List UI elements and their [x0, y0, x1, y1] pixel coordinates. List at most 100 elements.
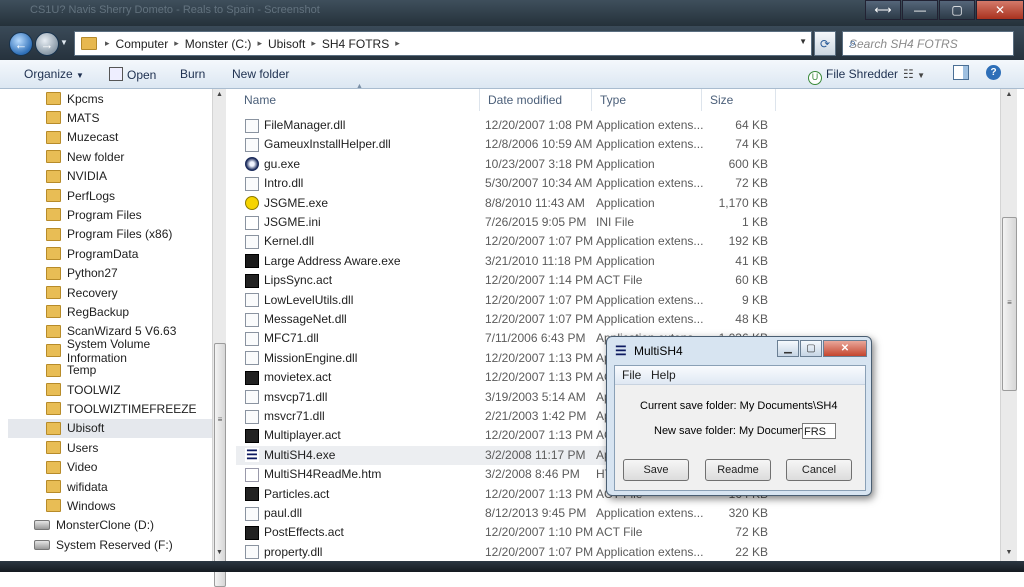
sidebar-item-program-files-x86[interactable]: Program Files (x86) — [8, 225, 212, 244]
sidebar-item-toolwiztimefreeze[interactable]: TOOLWIZTIMEFREEZE — [8, 399, 212, 418]
sidebar-item-monsterclone-d[interactable]: MonsterClone (D:) — [8, 516, 212, 535]
sidebar-item-users[interactable]: Users — [8, 438, 212, 457]
dialog-close-button[interactable]: ✕ — [823, 340, 867, 357]
file-row[interactable]: GameuxInstallHelper.dll 12/8/2006 10:59 A… — [236, 135, 996, 154]
column-header-name[interactable]: Name — [236, 89, 480, 111]
file-date: 12/20/2007 1:13 PM — [485, 486, 594, 501]
file-list-scroll-thumb[interactable]: ≡ — [1002, 217, 1017, 391]
dialog-minimize-button[interactable]: ▁ — [777, 340, 799, 357]
address-row: ← → ▼ ▸ Computer ▸ Monster (C:) ▸ Ubisof… — [0, 26, 1024, 60]
scroll-up-icon[interactable]: ▲ — [213, 91, 226, 98]
sidebar-item-nvidia[interactable]: NVIDIA — [8, 167, 212, 186]
file-size: 60 KB — [735, 273, 768, 288]
jsgme-icon — [245, 196, 259, 211]
menu-help[interactable]: Help — [651, 368, 676, 382]
burn-button[interactable]: Burn — [180, 67, 205, 81]
file-row[interactable]: PostEffects.act 12/20/2007 1:10 PM ACT Fil… — [236, 523, 996, 542]
sidebar-item-program-files[interactable]: Program Files — [8, 205, 212, 224]
file-row[interactable]: LowLevelUtils.dll 12/20/2007 1:07 PM Appli… — [236, 291, 996, 310]
breadcrumb-sh4-fotrs[interactable]: SH4 FOTRS — [318, 37, 393, 51]
search-input[interactable]: Search SH4 FOTRS ⌕ — [842, 31, 1014, 56]
close-button[interactable]: ✕ — [976, 0, 1024, 20]
file-shredder-button[interactable]: U File Shredder — [808, 67, 898, 85]
chevron-right-icon[interactable]: ▸ — [393, 38, 402, 49]
file-row[interactable]: Large Address Aware.exe 3/21/2010 11:18 P… — [236, 252, 996, 271]
forward-button[interactable]: → — [35, 32, 59, 56]
file-row[interactable]: JSGME.exe 8/8/2010 11:43 AM Application 1,1… — [236, 194, 996, 213]
chevron-down-icon[interactable]: ▼ — [799, 37, 807, 46]
sidebar-item-windows[interactable]: Windows — [8, 496, 212, 515]
chevron-right-icon[interactable]: ▸ — [255, 38, 264, 49]
scroll-down-icon[interactable]: ▼ — [213, 549, 226, 556]
folder-icon — [46, 208, 61, 222]
breadcrumb-computer[interactable]: Computer — [112, 37, 173, 51]
file-row[interactable]: gu.exe 10/23/2007 3:18 PM Application 600 K… — [236, 155, 996, 174]
file-date: 3/19/2003 5:14 AM — [485, 389, 586, 404]
sidebar-item-label: Users — [67, 440, 99, 455]
refresh-button[interactable]: ⟳ — [814, 31, 836, 56]
preview-pane-button[interactable] — [953, 65, 969, 80]
dialog-maximize-button[interactable]: ▢ — [800, 340, 822, 357]
folder-icon — [46, 150, 61, 164]
search-icon[interactable]: ⌕ — [849, 35, 1009, 51]
readme-button[interactable]: Readme — [705, 459, 771, 481]
file-row[interactable]: FileManager.dll 12/20/2007 1:08 PM Applica… — [236, 116, 996, 135]
breadcrumb-monster-c[interactable]: Monster (C:) — [181, 37, 256, 51]
file-row[interactable]: JSGME.ini 7/26/2015 9:05 PM INI File 1 KB — [236, 213, 996, 232]
chevron-right-icon[interactable]: ▸ — [309, 38, 318, 49]
sidebar-item-video[interactable]: Video — [8, 458, 212, 477]
views-button[interactable]: ☷ ▼ — [903, 67, 925, 81]
file-list-scrollbar[interactable]: ▲ ≡ ▼ — [1000, 89, 1017, 561]
open-button[interactable]: Open — [109, 67, 156, 82]
sidebar-item-kpcms[interactable]: Kpcms — [8, 89, 212, 108]
sidebar-item-python27[interactable]: Python27 — [8, 264, 212, 283]
file-row[interactable]: Intro.dll 5/30/2007 10:34 AM Application e… — [236, 174, 996, 193]
help-button[interactable]: ? — [986, 65, 1001, 80]
chevron-right-icon[interactable]: ▸ — [103, 38, 112, 49]
dialog-titlebar[interactable]: ☰ MultiSH4 ▁ ▢ ✕ — [607, 337, 871, 363]
folder-icon — [46, 286, 61, 299]
sidebar-item-system-volume-information[interactable]: System Volume Information — [8, 337, 212, 365]
sidebar-item-system-reserved-f[interactable]: System Reserved (F:) — [8, 535, 212, 554]
back-button[interactable]: ← — [9, 32, 33, 56]
sidebar-item-muzecast[interactable]: Muzecast — [8, 128, 212, 147]
breadcrumb-ubisoft[interactable]: Ubisoft — [264, 37, 309, 51]
file-row[interactable]: paul.dll 8/12/2013 9:45 PM Application ext… — [236, 504, 996, 523]
scroll-up-icon[interactable]: ▲ — [1001, 91, 1017, 98]
file-row[interactable]: property.dll 12/20/2007 1:07 PM Applicatio… — [236, 543, 996, 562]
file-row[interactable]: MessageNet.dll 12/20/2007 1:07 PM Applicat… — [236, 310, 996, 329]
sidebar-item-wifidata[interactable]: wifidata — [8, 477, 212, 496]
sidebar-item-toolwiz[interactable]: TOOLWIZ — [8, 380, 212, 399]
column-header-date[interactable]: Date modified — [480, 89, 592, 111]
sidebar-item-regbackup[interactable]: RegBackup — [8, 302, 212, 321]
sidebar-scrollbar[interactable]: ▲ ≡ ▼ — [212, 89, 226, 587]
file-type: Application — [596, 195, 655, 210]
preview-pane-icon — [963, 66, 968, 79]
sidebar-item-ubisoft[interactable]: Ubisoft — [8, 418, 212, 438]
address-bar[interactable]: ▸ Computer ▸ Monster (C:) ▸ Ubisoft ▸ SH… — [74, 31, 812, 56]
scroll-down-icon[interactable]: ▼ — [1001, 549, 1017, 556]
cancel-button[interactable]: Cancel — [786, 459, 852, 481]
file-row[interactable]: LipsSync.act 12/20/2007 1:14 PM ACT File 60… — [236, 271, 996, 290]
maximize-button[interactable]: ▢ — [939, 0, 975, 20]
organize-button[interactable]: Organize ▼ — [24, 67, 84, 81]
sidebar-item-mats[interactable]: MATS — [8, 108, 212, 127]
sidebar-item-recovery[interactable]: Recovery — [8, 283, 212, 302]
sidebar-item-perflogs[interactable]: PerfLogs — [8, 186, 212, 205]
sidebar-item-new-folder[interactable]: New folder — [8, 147, 212, 166]
menu-file[interactable]: File — [622, 368, 641, 382]
column-header-size[interactable]: Size — [702, 89, 776, 111]
save-button[interactable]: Save — [623, 459, 689, 481]
sidebar-item-label: Recovery — [67, 285, 118, 300]
snap-button[interactable]: ⟷ — [865, 0, 901, 20]
sidebar-item-programdata[interactable]: ProgramData — [8, 244, 212, 263]
chevron-right-icon[interactable]: ▸ — [172, 38, 181, 49]
recent-pages-dropdown[interactable]: ▼ — [60, 38, 68, 47]
sidebar-item-temp[interactable]: Temp — [8, 361, 212, 380]
arrow-right-icon: → — [40, 36, 54, 52]
new-folder-button[interactable]: New folder — [232, 67, 289, 81]
file-row[interactable]: Kernel.dll 12/20/2007 1:07 PM Application … — [236, 232, 996, 251]
minimize-button[interactable]: — — [902, 0, 938, 20]
new-save-folder-input[interactable]: FRS — [802, 423, 836, 439]
column-header-type[interactable]: Type — [592, 89, 702, 111]
